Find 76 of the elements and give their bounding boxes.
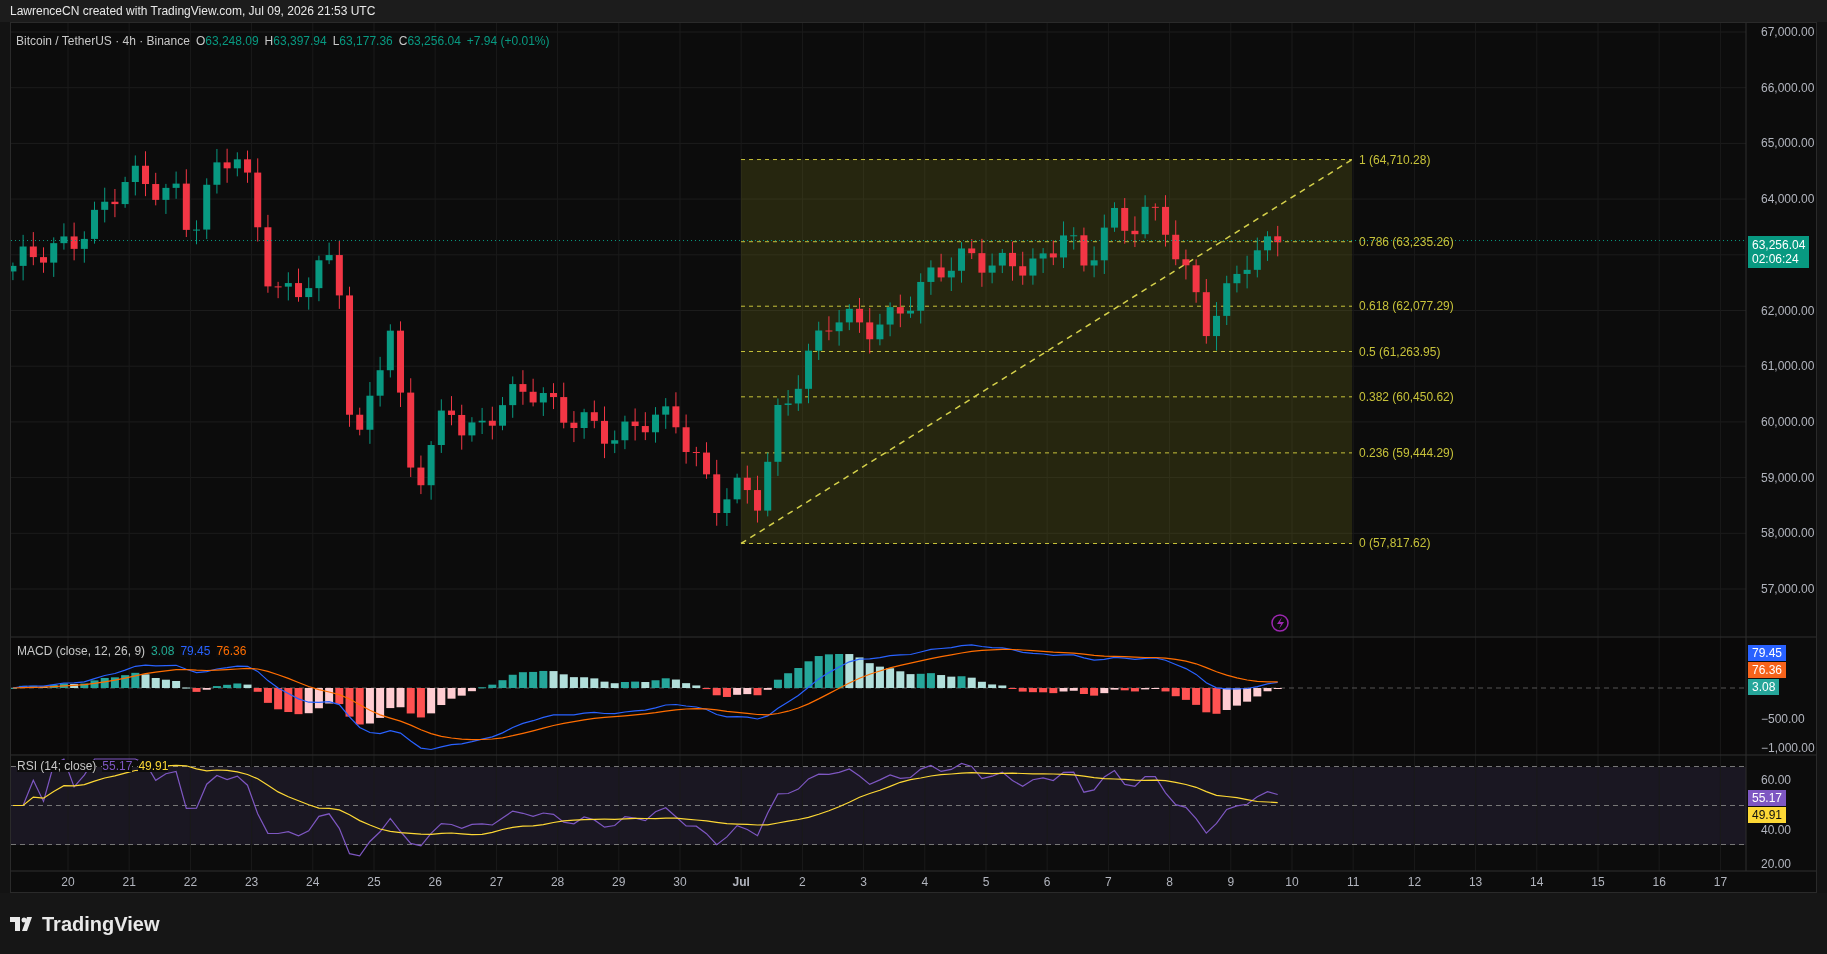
ohlc-label: C	[398, 33, 408, 50]
indicator-value-badge: 49.91	[1748, 807, 1787, 823]
header-text: LawrenceCN created with TradingView.com, Jul 09, 2026 21:53 UTC	[10, 3, 376, 20]
indicator-value: 55.17	[102, 760, 133, 772]
time-axis-label: 15	[1591, 876, 1605, 888]
indicator-value-badge: 76.36	[1748, 662, 1787, 678]
time-axis-label: 4	[921, 876, 929, 888]
time-axis-label: 6	[1043, 876, 1051, 888]
indicator-value: 79.45	[180, 645, 211, 657]
time-axis-label: 7	[1105, 876, 1112, 888]
last-price: 63,256.04	[1752, 237, 1806, 252]
time-axis-label: 25	[367, 876, 381, 888]
fibonacci-level-label: 0.786 (63,235.26)	[1359, 235, 1454, 248]
time-axis-label: 22	[183, 876, 198, 888]
indicator-value-badge: 55.17	[1748, 790, 1787, 806]
fibonacci-level-label: 0.236 (59,444.29)	[1359, 446, 1454, 459]
ohlc-label: O	[195, 33, 206, 50]
ohlc-value: 63,397.94	[273, 33, 327, 50]
symbol-title: Bitcoin / TetherUS · 4h · Binance	[16, 33, 190, 50]
time-axis-label: 8	[1166, 876, 1173, 888]
time-axis-label: 5	[982, 876, 990, 888]
price-axis-label: 57,000.00	[1761, 583, 1815, 595]
price-axis-label: 61,000.00	[1761, 360, 1815, 373]
macd-axis-label: −500.00	[1761, 713, 1805, 725]
time-axis-label: 30	[673, 876, 687, 888]
fibonacci-level-label: 0 (57,817.62)	[1359, 537, 1431, 550]
time-axis-label: 21	[122, 876, 136, 888]
time-axis-label: 23	[244, 876, 259, 888]
ohlc-value: 63,177.36	[339, 33, 393, 50]
price-axis-label: 62,000.00	[1761, 304, 1815, 317]
time-axis-label: Jul	[732, 876, 750, 888]
brand-name: TradingView	[42, 911, 160, 937]
time-axis-label: 20	[61, 876, 75, 888]
ohlc-value: 63,248.09	[205, 33, 259, 50]
fibonacci-level-label: 0.618 (62,077.29)	[1359, 300, 1454, 313]
time-axis-label: 26	[428, 876, 442, 888]
fibonacci-level-label: 0.382 (60,450.62)	[1359, 390, 1454, 403]
price-change: +7.94 (+0.01%)	[466, 33, 550, 50]
time-axis-label: 12	[1407, 876, 1422, 888]
price-axis-label: 67,000.00	[1761, 26, 1815, 38]
ohlc-value: 63,256.04	[407, 33, 461, 50]
rsi-title: RSI (14; close)	[17, 760, 97, 772]
price-axis-label: 66,000.00	[1761, 81, 1815, 94]
fibonacci-level-label: 1 (64,710.28)	[1359, 153, 1431, 166]
ohlc-label: H	[264, 33, 274, 50]
time-axis-label: 2	[799, 876, 806, 888]
price-axis-label: 65,000.00	[1761, 137, 1815, 150]
time-axis-label: 9	[1227, 876, 1235, 888]
indicator-value: 3.08	[151, 645, 175, 657]
price-axis-label: 59,000.00	[1761, 471, 1815, 484]
time-axis-label: 29	[612, 876, 626, 888]
time-axis-label: 28	[550, 876, 565, 888]
indicator-value-badge: 3.08	[1748, 679, 1780, 695]
time-axis-label: 14	[1530, 876, 1544, 888]
time-axis-label: 3	[860, 876, 867, 888]
time-axis-label: 17	[1713, 876, 1728, 888]
rsi-axis-label: 20.00	[1761, 858, 1792, 870]
time-axis-label: 11	[1346, 876, 1360, 888]
rsi-axis-label: 60.00	[1761, 774, 1792, 786]
price-axis-label: 58,000.00	[1761, 527, 1815, 540]
time-axis-label: 27	[489, 876, 504, 888]
price-axis-label: 64,000.00	[1761, 193, 1815, 206]
fibonacci-level-label: 0.5 (61,263.95)	[1359, 345, 1441, 358]
bar-countdown: 02:06:24	[1752, 251, 1800, 266]
rsi-axis-label: 40.00	[1761, 824, 1792, 836]
ohlc-label: L	[332, 33, 340, 50]
indicator-value-badge: 79.45	[1748, 645, 1787, 661]
indicator-value: 49.91	[138, 760, 169, 772]
macd-axis-label: −1,000.00	[1761, 742, 1815, 754]
time-axis-label: 10	[1285, 876, 1299, 888]
time-axis-label: 16	[1652, 876, 1666, 888]
indicator-value: 76.36	[216, 645, 247, 657]
time-axis-label: 13	[1468, 876, 1483, 888]
time-axis-label: 24	[306, 876, 320, 888]
price-axis-label: 60,000.00	[1761, 415, 1815, 428]
macd-title: MACD (close, 12, 26, 9)	[17, 645, 146, 657]
